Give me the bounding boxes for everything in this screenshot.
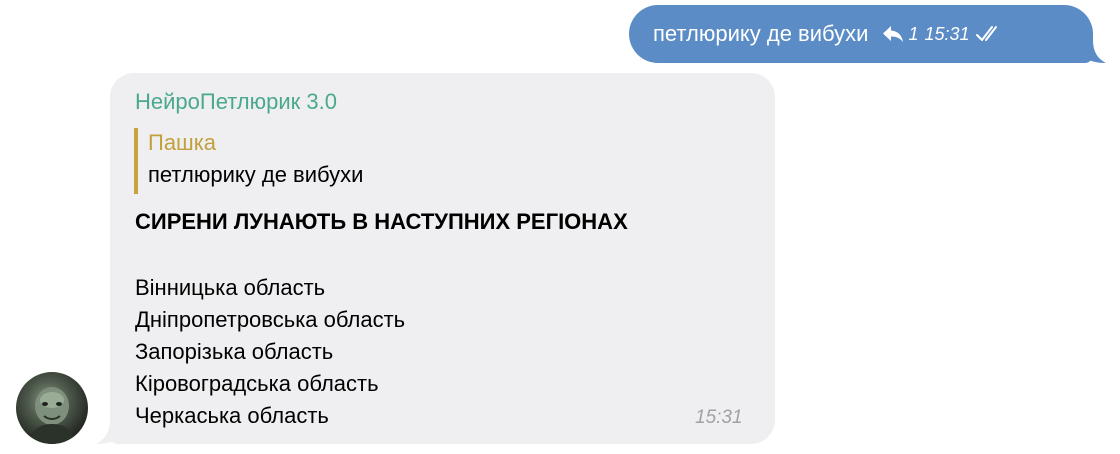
list-item: Запорізька область bbox=[135, 339, 334, 364]
double-check-icon bbox=[975, 25, 1004, 43]
sender-name[interactable]: НейроПетлюрик 3.0 bbox=[135, 89, 337, 115]
chat-view: петлюрику де вибухи 1 15:31 НейроПетлюри… bbox=[0, 0, 1120, 454]
list-item: Черкаська область bbox=[135, 403, 329, 428]
region-list: Вінницька область Дніпропетровська облас… bbox=[135, 272, 405, 432]
quote-author: Пашка bbox=[148, 130, 217, 155]
outgoing-message-time: 15:31 bbox=[924, 23, 970, 44]
avatar[interactable] bbox=[16, 372, 88, 444]
list-item: Дніпропетровська область bbox=[135, 307, 406, 332]
reply-count: 1 bbox=[908, 23, 919, 44]
incoming-message-bubble[interactable]: НейроПетлюрик 3.0 Пашка петлюрику де виб… bbox=[110, 73, 775, 444]
reply-quote[interactable]: Пашка петлюрику де вибухи bbox=[134, 128, 363, 194]
outgoing-message-meta: 1 15:31 bbox=[882, 24, 1003, 45]
bot-avatar-icon bbox=[26, 387, 78, 444]
list-item: Вінницька область bbox=[135, 275, 326, 300]
quote-text: петлюрику де вибухи bbox=[148, 162, 364, 187]
message-headline: СИРЕНИ ЛУНАЮТЬ В НАСТУПНИХ РЕГІОНАХ bbox=[135, 209, 628, 234]
incoming-message-time: 15:31 bbox=[695, 407, 743, 428]
outgoing-message-bubble[interactable]: петлюрику де вибухи 1 15:31 bbox=[629, 5, 1093, 63]
list-item: Кіровоградська область bbox=[135, 371, 379, 396]
reply-arrow-icon[interactable] bbox=[882, 25, 904, 43]
outgoing-message-text: петлюрику де вибухи bbox=[653, 21, 869, 46]
